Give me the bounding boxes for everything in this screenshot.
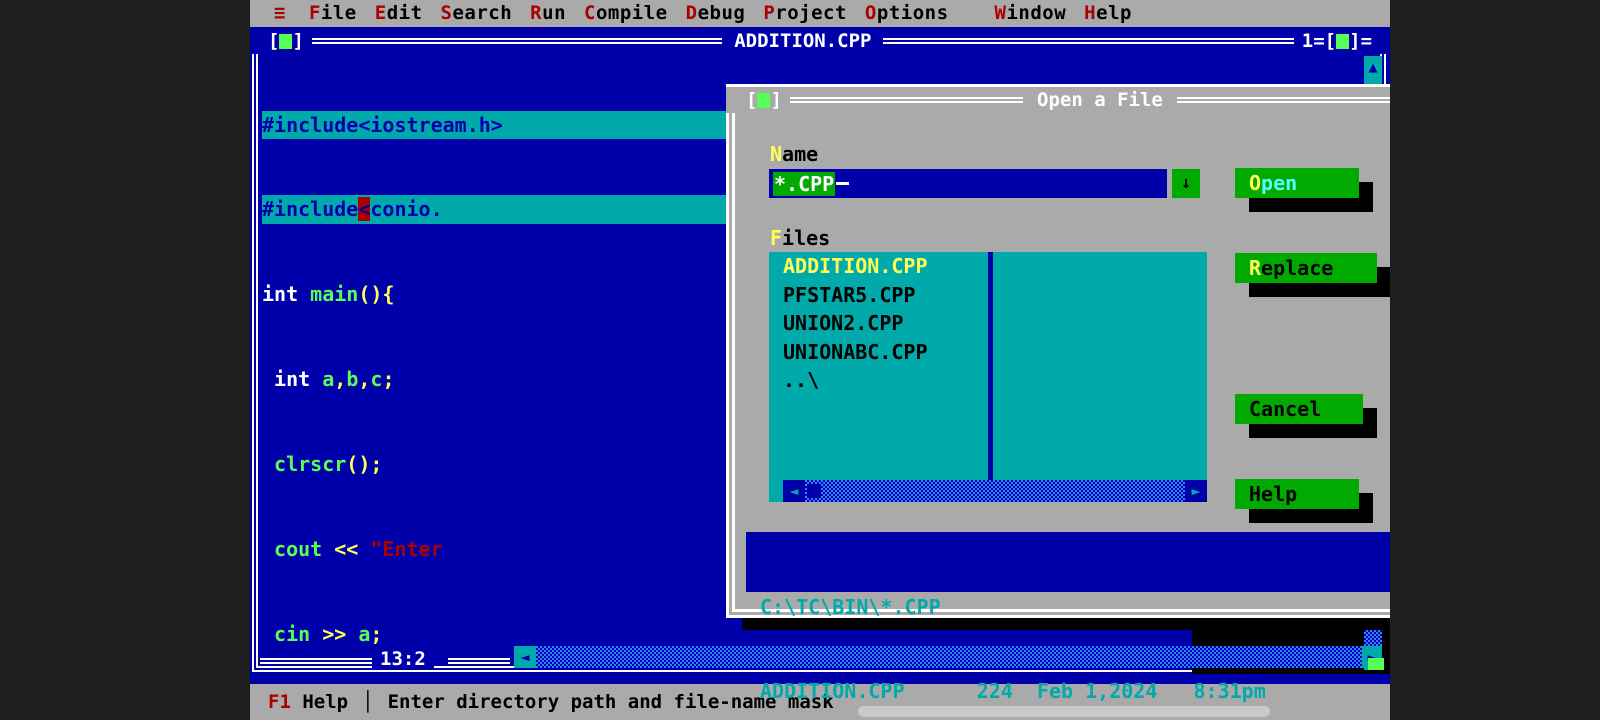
list-scroll-right-arrow-icon[interactable]: ► xyxy=(1185,480,1207,502)
bottom-rule-right xyxy=(448,658,510,664)
menu-item-debug[interactable]: Debug xyxy=(677,0,755,27)
file-list-horizontal-scrollbar[interactable]: ◄ ► xyxy=(783,480,1207,502)
menu-item-window[interactable]: Window xyxy=(986,0,1076,27)
help-button[interactable]: Help xyxy=(1235,479,1359,509)
list-item[interactable]: ADDITION.CPP xyxy=(769,252,1207,281)
open-file-dialog: [] Open a File Name *.CPP ↓ Files ADDITI… xyxy=(726,84,1390,703)
info-file-time: 8:31pm xyxy=(1193,679,1266,703)
dialog-rule-left xyxy=(789,97,1024,103)
window-number: 1 xyxy=(1301,30,1314,52)
list-item[interactable]: UNION2.CPP xyxy=(769,309,1207,338)
cancel-button[interactable]: Cancel xyxy=(1235,394,1363,424)
text-caret xyxy=(836,182,850,185)
window-number-and-zoom-icon[interactable]: 1=[]= xyxy=(1302,30,1372,52)
menu-bar: ≡ File Edit Search Run Compile Debug Pro… xyxy=(250,0,1390,27)
menu-item-edit[interactable]: Edit xyxy=(366,0,432,27)
title-rule-right xyxy=(883,38,1294,44)
info-file-size: 224 xyxy=(976,679,1013,703)
history-dropdown-icon[interactable]: ↓ xyxy=(1172,169,1200,198)
scroll-up-arrow-icon[interactable]: ▲ xyxy=(1364,56,1382,78)
title-rule-left xyxy=(311,38,723,44)
menu-item-file[interactable]: File xyxy=(300,0,366,27)
system-menu-icon[interactable]: ≡ xyxy=(250,0,300,27)
info-file-date: Feb 1,2024 xyxy=(1036,679,1158,703)
f1-key-label: F1 xyxy=(268,691,291,713)
info-gap3 xyxy=(1157,679,1193,703)
dos-desktop: ≡ File Edit Search Run Compile Debug Pro… xyxy=(250,0,1390,720)
info-gap2 xyxy=(1013,679,1037,703)
file-info-panel: C:\TC\BIN\*.CPP ADDITION.CPP 224 Feb 1,2… xyxy=(746,532,1390,703)
info-file-name: ADDITION.CPP xyxy=(760,679,905,703)
status-f1-help[interactable]: F1 Help xyxy=(250,691,348,713)
menu-item-project[interactable]: Project xyxy=(754,0,856,27)
dialog-title: Open a File xyxy=(1037,89,1163,111)
list-item[interactable]: PFSTAR5.CPP xyxy=(769,281,1207,310)
list-item[interactable]: UNIONABC.CPP xyxy=(769,338,1207,367)
menu-item-run[interactable]: Run xyxy=(521,0,575,27)
bottom-rule-left xyxy=(260,658,372,664)
list-scrollbar-thumb[interactable] xyxy=(807,484,821,498)
screen: ≡ File Edit Search Run Compile Debug Pro… xyxy=(0,0,1600,720)
info-gap xyxy=(905,679,977,703)
menu-item-options[interactable]: Options xyxy=(856,0,958,27)
scroll-left-arrow-icon[interactable]: ◄ xyxy=(514,646,536,668)
letterbox-right xyxy=(1390,0,1600,720)
dialog-rule-right xyxy=(1176,97,1390,103)
file-name-input-value: *.CPP xyxy=(773,171,836,196)
close-box-icon[interactable]: [] xyxy=(268,31,304,51)
open-button[interactable]: Open xyxy=(1235,168,1359,198)
list-scroll-left-arrow-icon[interactable]: ◄ xyxy=(783,480,805,502)
files-list-label: Files xyxy=(770,226,831,250)
info-file-details: ADDITION.CPP 224 Feb 1,2024 8:31pm xyxy=(760,677,1390,705)
letterbox-left xyxy=(0,0,250,720)
menu-item-search[interactable]: Search xyxy=(432,0,522,27)
cursor-position-indicator: 13:2 xyxy=(372,648,434,670)
editor-title-bar[interactable]: [] ADDITION.CPP 1=[]= xyxy=(252,28,1386,54)
file-list[interactable]: ADDITION.CPP PFSTAR5.CPP UNION2.CPP UNIO… xyxy=(769,252,1207,502)
info-path-mask: C:\TC\BIN\*.CPP xyxy=(760,595,941,619)
dialog-title-bar[interactable]: [] Open a File xyxy=(726,87,1390,113)
editor-title: ADDITION.CPP xyxy=(734,30,872,52)
name-field-label: Name xyxy=(770,142,819,166)
list-item[interactable]: ..\ xyxy=(769,366,1207,395)
status-separator: │ xyxy=(362,691,374,713)
replace-button[interactable]: Replace xyxy=(1235,253,1377,283)
menu-item-compile[interactable]: Compile xyxy=(575,0,677,27)
file-name-input[interactable]: *.CPP xyxy=(769,169,1167,198)
dialog-close-box-icon[interactable]: [] xyxy=(746,89,782,111)
menu-item-help[interactable]: Help xyxy=(1075,0,1141,27)
window-resize-corner[interactable] xyxy=(1368,658,1384,670)
f1-help-label: Help xyxy=(302,691,349,713)
